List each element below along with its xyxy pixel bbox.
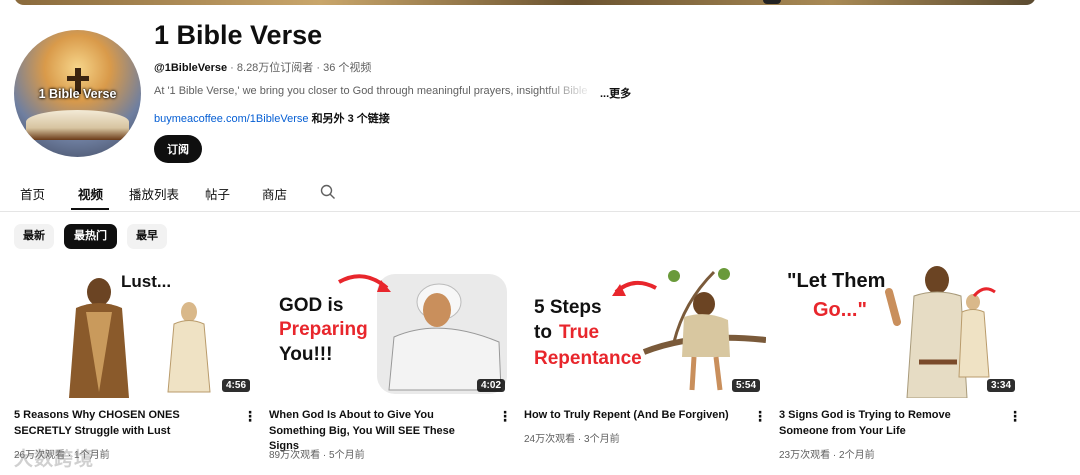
channel-links: buymeacoffee.com/1BibleVerse 和另外 3 个链接	[154, 110, 390, 126]
view-count: 89万次观看	[269, 450, 321, 461]
chip-popular[interactable]: 最热门	[64, 224, 117, 249]
meta-separator: ·	[313, 62, 324, 74]
video-duration: 4:02	[476, 379, 505, 392]
avatar-logo-text: 1 Bible Verse	[38, 87, 117, 101]
thumbnail-text: True	[559, 322, 600, 343]
bible-book-image	[26, 110, 129, 140]
subscribe-button[interactable]: 订阅	[154, 135, 202, 163]
thumbnail-text: GOD is	[279, 295, 344, 316]
video-duration: 4:56	[221, 379, 250, 392]
video-duration: 3:34	[986, 379, 1015, 392]
video-thumbnail[interactable]: "Let Them Go..." 3:34	[779, 262, 1021, 398]
channel-banner	[14, 0, 1036, 5]
thumbnail-text: "Let Them	[787, 270, 886, 292]
meta-separator: ·	[227, 62, 237, 74]
video-meta: 89万次观看 · 5个月前	[269, 450, 365, 461]
video-duration: 5:54	[731, 379, 760, 392]
search-icon[interactable]	[320, 184, 336, 200]
more-options-icon[interactable]: ⋮	[753, 408, 767, 424]
channel-name: 1 Bible Verse	[154, 20, 323, 50]
thumbnail-text: to	[534, 322, 552, 343]
thumbnail-text: 5 Steps	[534, 297, 602, 318]
upload-age: 5个月前	[329, 450, 365, 461]
view-count: 24万次观看	[524, 434, 576, 445]
tab-videos[interactable]: 视频	[78, 184, 103, 203]
video-thumbnail[interactable]: Lust... 4:56	[14, 262, 256, 398]
upload-age: 2个月前	[839, 450, 875, 461]
chip-latest[interactable]: 最新	[14, 224, 54, 249]
chip-oldest[interactable]: 最早	[127, 224, 167, 249]
video-meta: 24万次观看 · 3个月前	[524, 434, 620, 445]
more-options-icon[interactable]: ⋮	[1008, 408, 1022, 424]
tab-posts[interactable]: 帖子	[205, 184, 230, 203]
view-count: 23万次观看	[779, 450, 831, 461]
more-options-icon[interactable]: ⋮	[243, 408, 257, 424]
video-thumbnail[interactable]: 5 Steps to True Repentance 5:54	[524, 262, 766, 398]
external-link[interactable]: buymeacoffee.com/1BibleVerse	[154, 113, 309, 125]
thumbnail-text: Go..."	[813, 299, 867, 321]
channel-handle: @1BibleVerse	[154, 62, 228, 74]
thumbnail-text: You!!!	[279, 344, 333, 365]
more-links-button[interactable]: 和另外 3 个链接	[312, 113, 390, 125]
subscriber-count: 8.28万位订阅者	[236, 62, 314, 74]
video-thumbnail[interactable]: GOD is Preparing You!!! 4:02	[269, 262, 511, 398]
tab-home[interactable]: 首页	[20, 184, 45, 203]
cross-bar	[67, 76, 89, 81]
more-options-icon[interactable]: ⋮	[498, 408, 512, 424]
banner-edge-mark	[763, 0, 781, 4]
video-meta: 23万次观看 · 2个月前	[779, 450, 875, 461]
upload-age: 3个月前	[584, 434, 620, 445]
channel-avatar[interactable]: 1 Bible Verse	[14, 30, 141, 157]
tab-playlists[interactable]: 播放列表	[129, 184, 179, 203]
channel-description[interactable]: At '1 Bible Verse,' we bring you closer …	[154, 85, 594, 97]
video-title[interactable]: 5 Reasons Why CHOSEN ONES SECRETLY Strug…	[14, 408, 229, 439]
video-count: 36 个视频	[323, 62, 372, 74]
video-title[interactable]: How to Truly Repent (And Be Forgiven)	[524, 408, 739, 424]
tab-store[interactable]: 商店	[262, 184, 287, 203]
thumbnail-text: Preparing	[279, 319, 368, 340]
channel-meta: @1BibleVerse · 8.28万位订阅者 · 36 个视频	[154, 59, 371, 75]
channel-tabs: 首页 视频 播放列表 帖子 商店	[0, 173, 1080, 212]
active-tab-indicator	[71, 208, 109, 210]
watermark-text: 大数跨境	[14, 449, 95, 470]
thumbnail-text: Repentance	[534, 348, 642, 369]
description-more-link[interactable]: ...更多	[600, 85, 631, 101]
thumbnail-text: Lust...	[121, 272, 172, 291]
video-title[interactable]: 3 Signs God is Trying to Remove Someone …	[779, 408, 994, 439]
